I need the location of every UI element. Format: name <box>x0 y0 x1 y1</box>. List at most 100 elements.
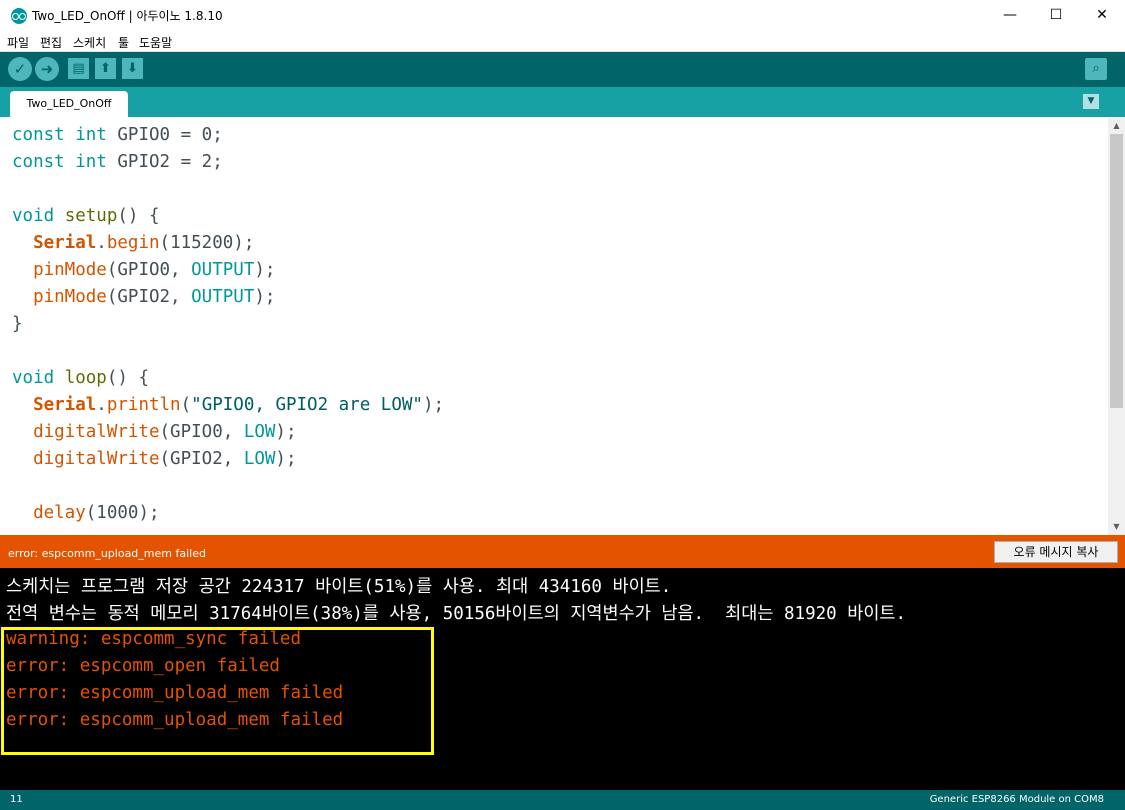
code-token: setup <box>64 206 118 226</box>
code-token: OUTPUT <box>191 287 255 307</box>
output-console[interactable]: 스케치는 프로그램 저장 공간 224317 바이트(51%)를 사용. 최대 … <box>0 568 1125 790</box>
new-sketch-button[interactable]: ▤ <box>68 58 89 79</box>
code-line: void loop() { <box>12 365 444 392</box>
menu-sketch[interactable]: 스케치 <box>73 34 106 51</box>
code-token: loop <box>64 368 107 388</box>
console-info-line: 스케치는 프로그램 저장 공간 224317 바이트(51%)를 사용. 최대 … <box>6 577 672 597</box>
code-token: const <box>12 125 65 145</box>
title-bar: Two_LED_OnOff | 아두이노 1.8.10 — ☐ ✕ <box>0 0 1125 31</box>
code-token: digitalWrite <box>33 422 160 442</box>
arrow-right-icon: ➜ <box>40 60 54 78</box>
status-bar: error: espcomm_upload_mem failed 오류 메시지 … <box>0 535 1125 568</box>
code-line: digitalWrite(GPIO0, LOW); <box>12 419 444 446</box>
chevron-down-icon: ▼ <box>1087 96 1095 106</box>
check-icon: ✓ <box>13 60 27 78</box>
code-token: () { <box>106 368 150 388</box>
code-token: Serial <box>33 233 97 253</box>
code-line: Serial.begin(115200); <box>12 230 444 257</box>
code-token: LOW <box>243 422 276 442</box>
code-token: delay <box>33 503 86 523</box>
code-token: (1000); <box>85 503 160 523</box>
code-line: const int GPIO2 = 2; <box>12 149 444 176</box>
code-token: (GPIO0, <box>106 260 192 280</box>
line-number: 11 <box>10 794 23 805</box>
editor-scrollbar[interactable]: ▲ ▼ <box>1108 117 1125 535</box>
code-token: const <box>12 152 65 172</box>
code-editor[interactable]: const int GPIO0 = 0; const int GPIO2 = 2;… <box>0 117 1125 535</box>
code-token: (GPIO2, <box>159 449 244 469</box>
code-token: OUTPUT <box>191 260 255 280</box>
console-info-line: 전역 변수는 동적 메모리 31764바이트(38%)를 사용, 50156바이… <box>6 604 907 624</box>
code-line: delay(1000); <box>12 500 444 527</box>
menu-edit[interactable]: 편집 <box>40 34 62 51</box>
code-line: const int GPIO0 = 0; <box>12 122 444 149</box>
console-error-line: error: espcomm_upload_mem failed <box>6 710 344 730</box>
scroll-up-icon[interactable]: ▲ <box>1108 117 1125 134</box>
code-token: void <box>12 368 55 388</box>
code-token: ); <box>422 395 445 415</box>
code-text[interactable]: const int GPIO0 = 0; const int GPIO2 = 2;… <box>12 122 444 527</box>
menu-tools[interactable]: 툴 <box>118 34 129 51</box>
code-token: (115200); <box>159 233 255 253</box>
code-token: ( <box>180 395 192 415</box>
menu-file[interactable]: 파일 <box>7 34 29 51</box>
console-error-line: error: espcomm_open failed <box>6 656 280 676</box>
close-button[interactable]: ✕ <box>1079 0 1125 31</box>
arduino-logo-icon <box>11 8 27 24</box>
toolbar: ✓ ➜ ▤ ⬆ ⬇ ⌕ <box>0 52 1125 87</box>
footer-bar: 11 Generic ESP8266 Module on COM8 <box>0 790 1125 810</box>
serial-monitor-button[interactable]: ⌕ <box>1085 58 1107 80</box>
code-token: () { <box>117 206 160 226</box>
code-token: "GPIO0, GPIO2 are LOW" <box>191 395 423 415</box>
board-info: Generic ESP8266 Module on COM8 <box>929 794 1104 805</box>
upload-button[interactable]: ➜ <box>35 57 59 81</box>
scroll-thumb[interactable] <box>1110 134 1123 408</box>
menu-help[interactable]: 도움말 <box>139 34 172 51</box>
status-message: error: espcomm_upload_mem failed <box>8 547 206 560</box>
code-token: . <box>96 233 107 253</box>
code-token: ); <box>254 287 276 307</box>
code-token: begin <box>106 233 160 253</box>
code-token: } <box>12 314 23 334</box>
arrow-up-icon: ⬆ <box>100 61 111 76</box>
open-sketch-button[interactable]: ⬆ <box>95 58 116 79</box>
scroll-down-icon[interactable]: ▼ <box>1108 518 1125 535</box>
menu-bar: 파일 편집 스케치 툴 도움말 <box>0 31 1125 52</box>
code-token: int <box>75 125 107 145</box>
code-token: pinMode <box>33 287 107 307</box>
save-sketch-button[interactable]: ⬇ <box>122 58 143 79</box>
verify-button[interactable]: ✓ <box>8 57 32 81</box>
code-token: int <box>75 152 107 172</box>
code-token: GPIO0 = 0; <box>106 125 223 145</box>
arrow-down-icon: ⬇ <box>127 61 138 76</box>
tab-two-led-onoff[interactable]: Two_LED_OnOff <box>10 91 128 117</box>
console-error-line: error: espcomm_upload_mem failed <box>6 683 344 703</box>
code-token: (GPIO0, <box>159 422 244 442</box>
magnifier-icon: ⌕ <box>1092 61 1100 76</box>
minimize-button[interactable]: — <box>987 0 1033 31</box>
tab-menu-dropdown[interactable]: ▼ <box>1083 94 1099 109</box>
code-token: ); <box>275 422 297 442</box>
code-token: digitalWrite <box>33 449 160 469</box>
tab-bar: Two_LED_OnOff ▼ <box>0 87 1125 117</box>
code-line: Serial.println("GPIO0, GPIO2 are LOW"); <box>12 392 444 419</box>
code-token: LOW <box>243 449 276 469</box>
maximize-button[interactable]: ☐ <box>1033 0 1079 31</box>
code-token: Serial <box>33 395 97 415</box>
code-line: void setup() { <box>12 203 444 230</box>
code-token: ); <box>275 449 297 469</box>
copy-error-button[interactable]: 오류 메시지 복사 <box>994 541 1118 563</box>
window-title: Two_LED_OnOff | 아두이노 1.8.10 <box>32 9 223 23</box>
code-token: (GPIO2, <box>106 287 192 307</box>
